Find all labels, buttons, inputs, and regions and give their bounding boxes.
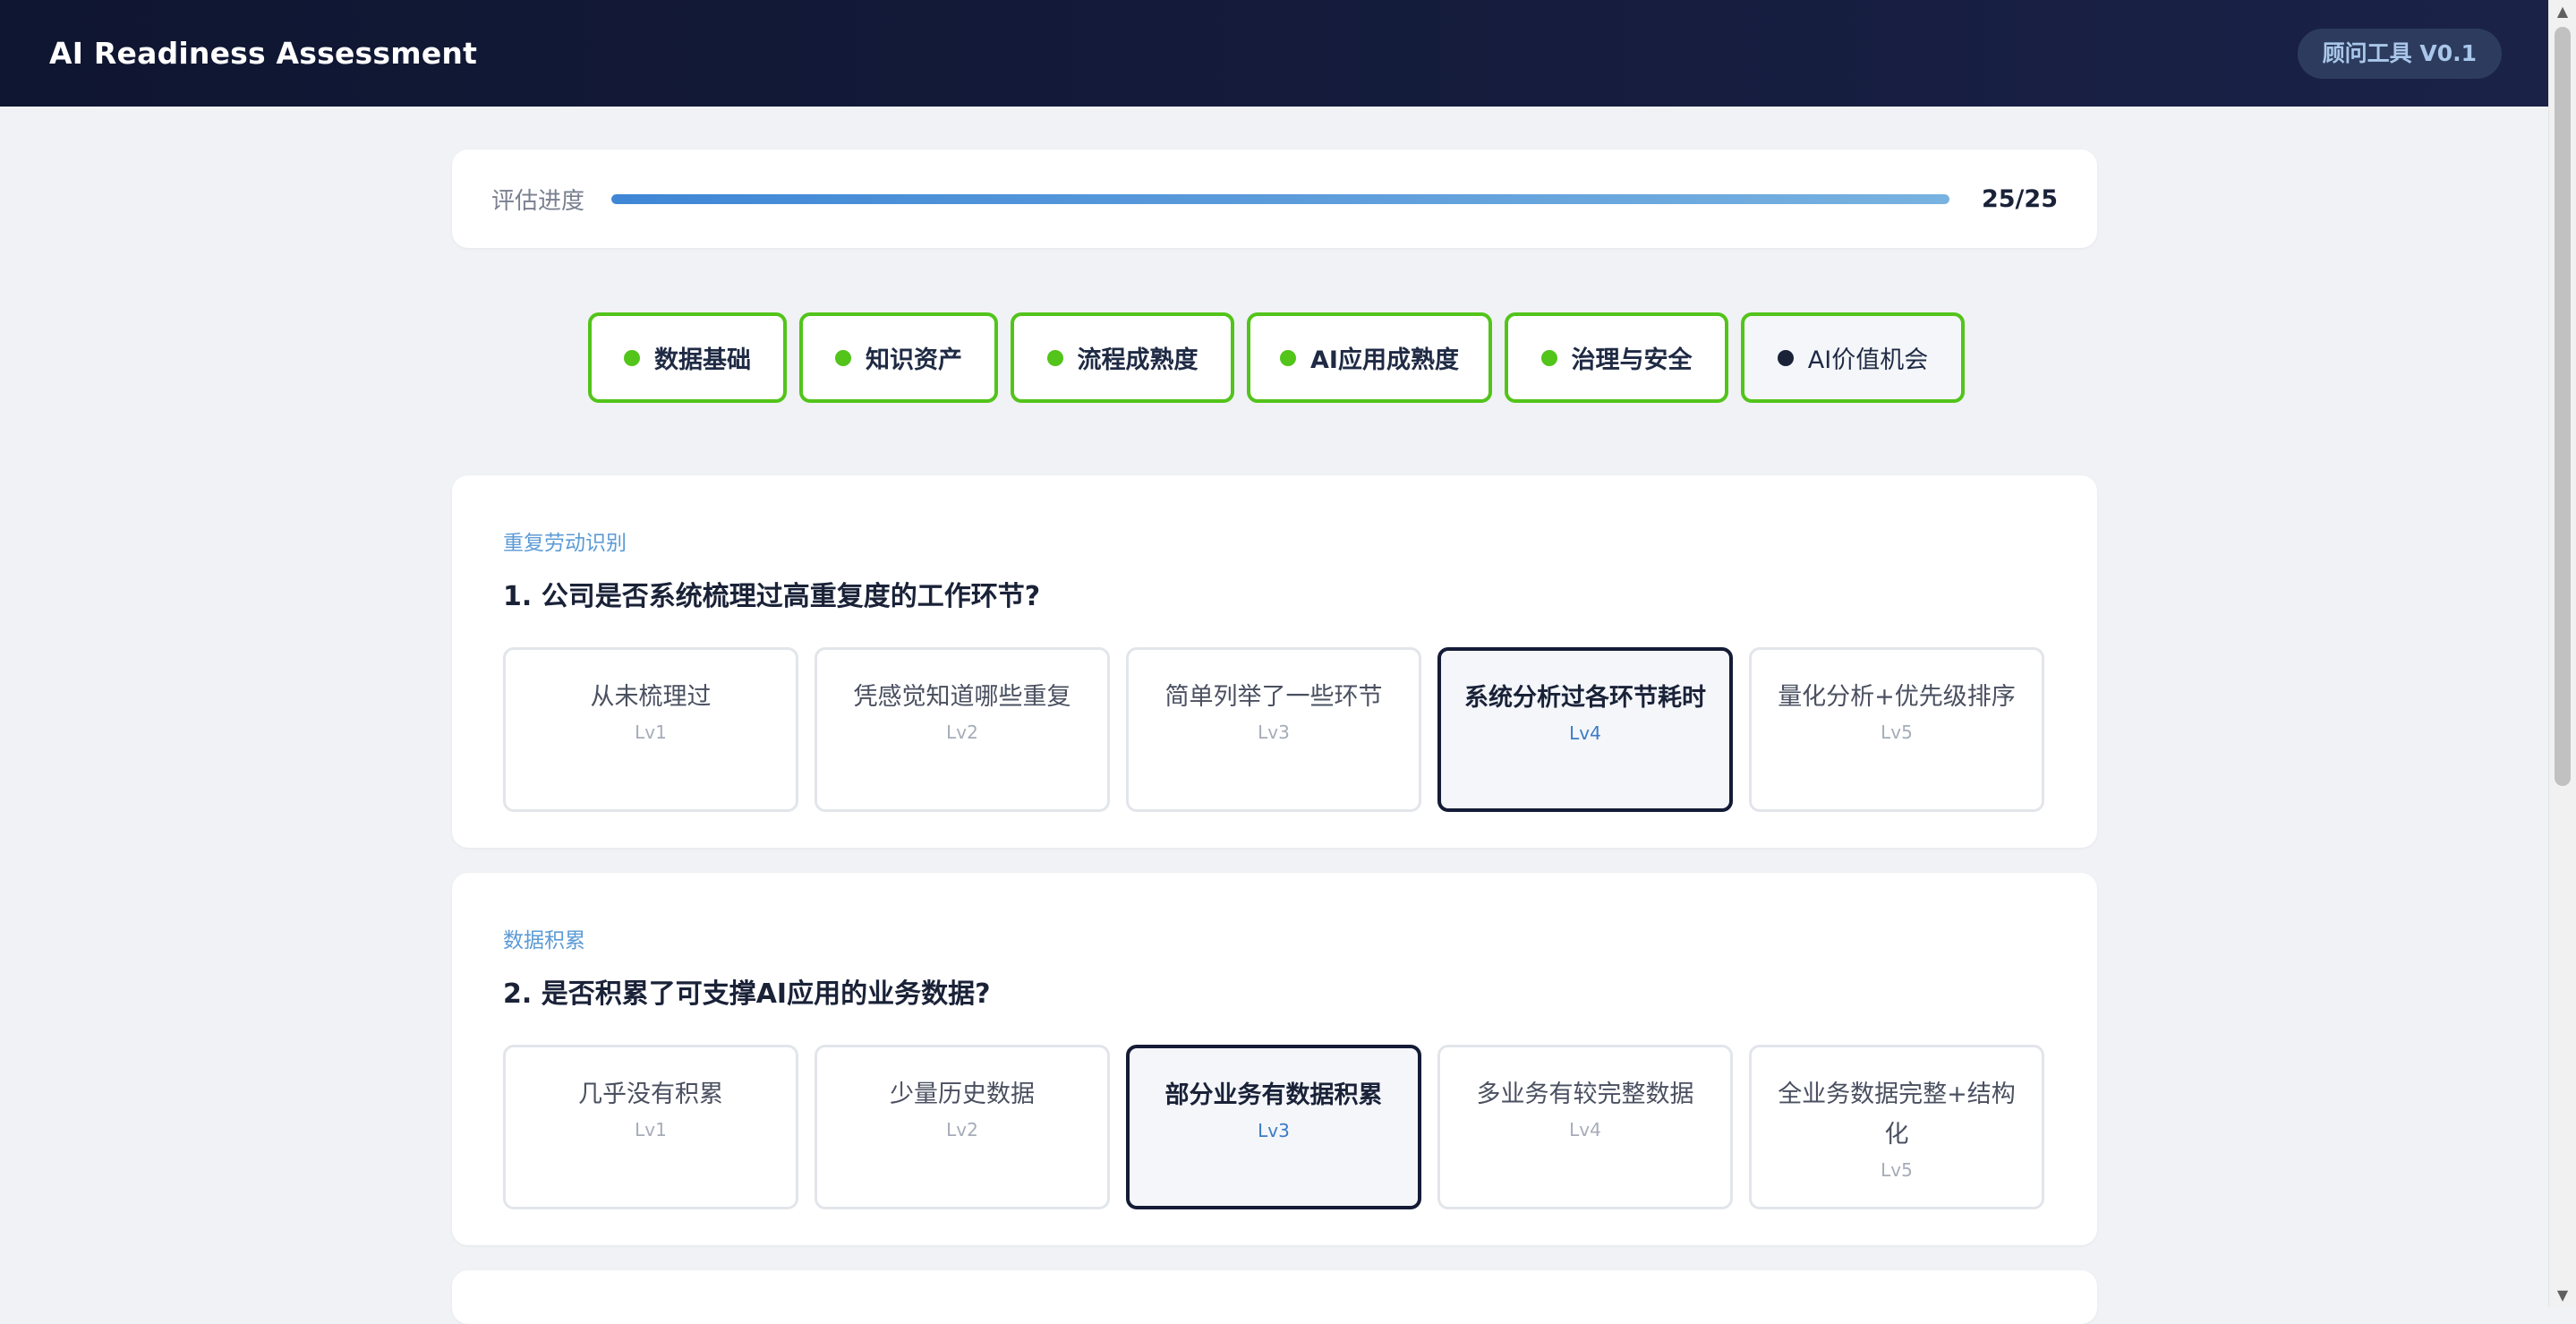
answer-option[interactable]: 少量历史数据 Lv2 [815,1045,1110,1209]
answer-option[interactable]: 从未梳理过 Lv1 [503,647,798,812]
dimension-tabs: 数据基础 知识资产 流程成熟度 AI应用成熟度 治理与安全 AI价值机会 [588,312,1965,403]
answer-option[interactable]: 全业务数据完整+结构化 Lv5 [1749,1045,2044,1209]
scrollbar[interactable]: ▲ ▼ [2548,0,2576,1307]
tab-label: 数据基础 [654,346,751,374]
option-text: 从未梳理过 [590,683,712,711]
option-text: 系统分析过各环节耗时 [1464,684,1706,712]
question-card-1: 重复劳动识别 1. 公司是否系统梳理过高重复度的工作环节? 从未梳理过 Lv1 … [452,475,2097,848]
question-card-3 [452,1270,2097,1324]
progress-card: 评估进度 25/25 [452,149,2097,248]
option-text: 部分业务有数据积累 [1164,1081,1383,1109]
scroll-up-icon[interactable]: ▲ [2549,0,2576,23]
option-text: 几乎没有积累 [578,1081,723,1108]
option-text: 全业务数据完整+结构化 [1778,1081,2016,1149]
answer-option[interactable]: 简单列举了一些环节 Lv3 [1126,647,1421,812]
scroll-down-icon[interactable]: ▼ [2549,1284,2576,1307]
answer-option[interactable]: 几乎没有积累 Lv1 [503,1045,798,1209]
answer-option-selected[interactable]: 部分业务有数据积累 Lv3 [1126,1045,1421,1209]
question-category: 重复劳动识别 [503,532,627,555]
tab-ai-application-maturity[interactable]: AI应用成熟度 [1247,312,1492,403]
option-level: Lv3 [1258,1120,1290,1141]
status-dot-icon [1046,349,1063,366]
tab-label: 治理与安全 [1571,346,1693,374]
tab-label: AI价值机会 [1807,346,1929,374]
question-title: 1. 公司是否系统梳理过高重复度的工作环节? [503,581,1041,612]
status-dot-icon [835,349,851,366]
status-dot-icon [1280,349,1297,366]
question-title: 2. 是否积累了可支撑AI应用的业务数据? [503,978,991,1010]
option-level: Lv1 [635,1119,667,1140]
option-text: 少量历史数据 [890,1081,1035,1108]
scrollbar-thumb[interactable] [2555,27,2571,786]
option-text: 多业务有较完整数据 [1476,1081,1694,1108]
progress-count: 25/25 [1981,184,2058,213]
progress-label: 评估进度 [491,187,585,215]
progress-bar-fill [611,193,1949,204]
option-level: Lv1 [635,722,667,743]
option-level: Lv2 [946,722,978,743]
option-text: 凭感觉知道哪些重复 [853,683,1071,711]
tab-label: AI应用成熟度 [1310,346,1459,374]
tab-governance-security[interactable]: 治理与安全 [1505,312,1728,403]
question-category: 数据积累 [503,929,585,952]
option-level: Lv4 [1569,722,1601,744]
tab-ai-value-opportunity[interactable]: AI价值机会 [1741,312,1965,403]
answer-option[interactable]: 量化分析+优先级排序 Lv5 [1749,647,2044,812]
answer-option[interactable]: 多业务有较完整数据 Lv4 [1437,1045,1733,1209]
tab-label: 知识资产 [866,346,962,374]
option-level: Lv4 [1569,1119,1601,1140]
answer-option-selected[interactable]: 系统分析过各环节耗时 Lv4 [1437,647,1733,812]
question-card-2: 数据积累 2. 是否积累了可支撑AI应用的业务数据? 几乎没有积累 Lv1 少量… [452,873,2097,1245]
status-dot-icon [624,349,640,366]
app-title: AI Readiness Assessment [49,36,478,71]
option-level: Lv5 [1881,1159,1913,1181]
status-dot-icon [1540,349,1557,366]
tab-process-maturity[interactable]: 流程成熟度 [1011,312,1234,403]
tab-data-foundation[interactable]: 数据基础 [588,312,787,403]
top-bar: AI Readiness Assessment 顾问工具 V0.1 [0,0,2549,107]
answer-option[interactable]: 凭感觉知道哪些重复 Lv2 [815,647,1110,812]
option-level: Lv2 [946,1119,978,1140]
option-level: Lv3 [1258,722,1290,743]
version-badge: 顾问工具 V0.1 [2297,28,2502,79]
answer-options: 从未梳理过 Lv1 凭感觉知道哪些重复 Lv2 简单列举了一些环节 Lv3 系统… [503,647,2046,812]
option-level: Lv5 [1881,722,1913,743]
status-dot-icon [1777,349,1794,366]
tab-knowledge-assets[interactable]: 知识资产 [799,312,998,403]
answer-options: 几乎没有积累 Lv1 少量历史数据 Lv2 部分业务有数据积累 Lv3 多业务有… [503,1045,2046,1209]
tab-label: 流程成熟度 [1077,346,1198,374]
option-text: 简单列举了一些环节 [1164,683,1383,711]
progress-bar [611,193,1949,204]
option-text: 量化分析+优先级排序 [1778,683,2016,711]
